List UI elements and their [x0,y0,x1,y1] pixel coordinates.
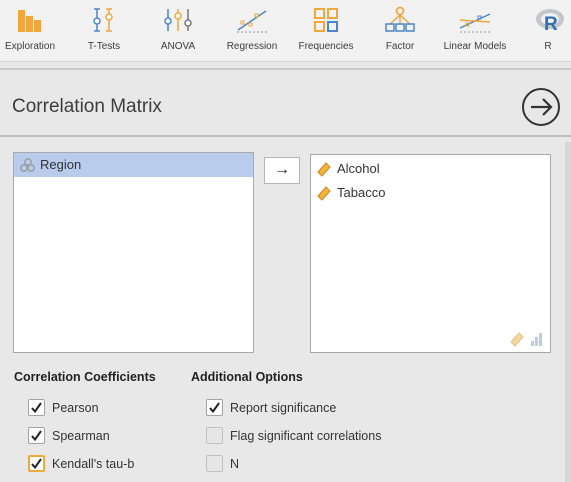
toolbar-label: R [544,41,552,52]
frequencies-icon [314,8,338,32]
additional-options-heading: Additional Options [191,370,303,384]
nominal-variable-icon [20,158,35,172]
toolbar-label: T-Tests [87,41,121,52]
linear-models-icon [459,13,491,33]
regression-icon [237,10,267,33]
toolbar-ttests-button[interactable]: T-Tests [74,0,134,62]
toolbar-anova-button[interactable]: ANOVA [148,0,208,62]
variable-label: Region [40,157,82,172]
selected-variables-list[interactable]: Alcohol Tabacco [310,154,551,353]
toolbar-frequencies-button[interactable]: Frequencies [296,0,356,62]
variable-item-alcohol[interactable]: Alcohol [311,157,550,181]
flag-significant-correlations-checkbox[interactable]: Flag significant correlations [206,427,381,445]
ttest-icon [93,8,113,32]
kendall-tau-b-checkbox[interactable]: Kendall's tau-b [28,455,134,473]
toolbar-label: Regression [226,41,278,52]
checkbox-box[interactable] [28,455,45,472]
checkmark-icon [31,458,42,470]
toolbar-exploration-button[interactable]: Exploration [0,0,60,62]
toolbar-linear-models-button[interactable]: Linear Models [440,0,510,62]
toolbar-label: Factor [385,41,415,52]
checkmark-icon [31,402,42,414]
continuous-variable-icon [317,162,331,177]
checkbox-box[interactable] [206,399,223,416]
checkbox-label: Pearson [52,401,99,415]
variable-item-tabacco[interactable]: Tabacco [311,181,550,205]
spearman-checkbox[interactable]: Spearman [28,427,110,445]
checkbox-box[interactable] [28,427,45,444]
move-variable-button[interactable]: → [264,157,300,184]
run-analysis-arrow-icon[interactable] [521,87,561,127]
checkbox-box[interactable] [206,427,223,444]
report-significance-checkbox[interactable]: Report significance [206,399,336,417]
toolbar-label: ANOVA [160,41,196,52]
analysis-toolbar: Exploration T-Tests ANOVA Regression Fre… [0,0,571,62]
checkbox-label: Report significance [230,401,337,415]
r-icon: R [536,9,564,34]
analysis-title: Correlation Matrix [12,96,162,117]
title-divider [0,135,571,137]
variable-label: Alcohol [337,161,380,176]
checkbox-label: Kendall's tau-b [52,457,135,471]
toolbar-label: Frequencies [298,41,354,52]
permitted-types-icon [510,332,542,347]
available-variables-list[interactable]: Region [13,152,254,353]
checkmark-icon [209,402,220,414]
checkbox-label: N [230,457,240,471]
checkbox-label: Spearman [52,429,110,443]
toolbar-regression-button[interactable]: Regression [222,0,282,62]
toolbar-label: Linear Models [443,41,507,52]
checkbox-label: Flag significant correlations [230,429,382,443]
variable-item-region[interactable]: Region [14,153,253,177]
bar-chart-icon [18,10,41,32]
correlation-coefficients-heading: Correlation Coefficients [14,370,156,384]
checkbox-box[interactable] [206,455,223,472]
toolbar-divider [0,68,571,70]
svg-text:R: R [544,14,558,34]
toolbar-label: Exploration [4,41,56,52]
continuous-variable-icon [317,186,331,201]
options-scrollbar[interactable] [565,142,571,482]
checkmark-icon [31,430,42,442]
pearson-checkbox[interactable]: Pearson [28,399,99,417]
toolbar-factor-button[interactable]: Factor [370,0,430,62]
anova-icon [164,9,192,31]
variable-label: Tabacco [337,185,386,200]
checkbox-box[interactable] [28,399,45,416]
n-checkbox[interactable]: N [206,455,239,473]
toolbar-r-button[interactable]: R R [526,0,570,62]
factor-icon [385,6,415,32]
